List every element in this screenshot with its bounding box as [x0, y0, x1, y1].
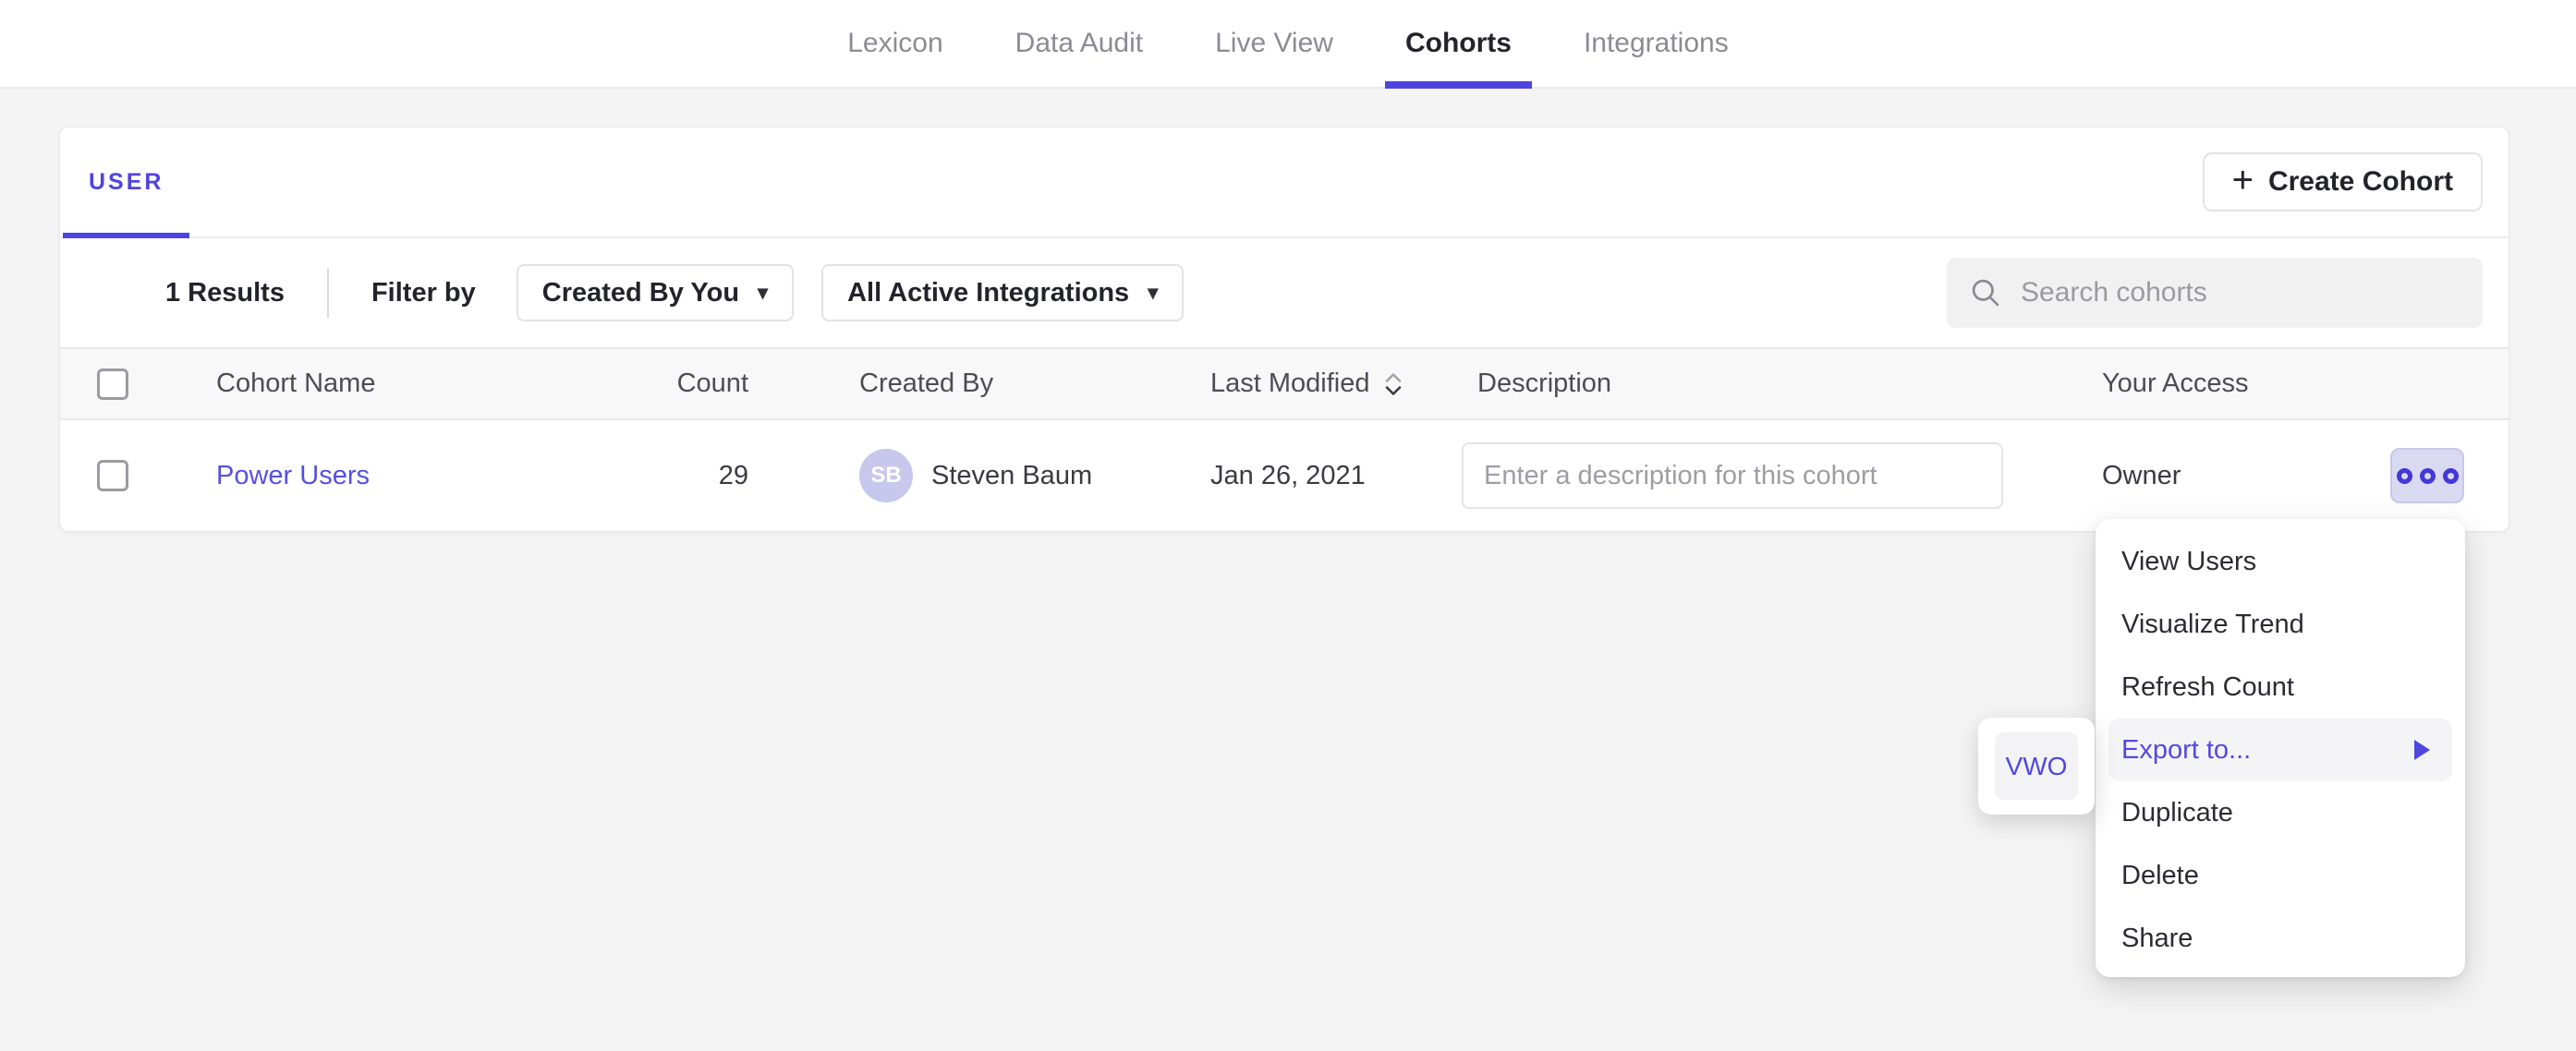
created-by-cell: SB Steven Baum	[748, 449, 1169, 502]
column-header-label: Last Modified	[1210, 368, 1370, 399]
panel-tabs-row: USER + Create Cohort	[60, 127, 2509, 238]
dropdown-value: Created By You	[542, 278, 739, 308]
table-header: Cohort Name Count Created By Last Modifi…	[60, 347, 2509, 420]
description-input[interactable]	[1462, 442, 2003, 509]
menu-item-visualize-trend[interactable]: Visualize Trend	[2096, 593, 2465, 656]
menu-item-label: Export to...	[2121, 735, 2251, 766]
cohorts-panel: USER + Create Cohort 1 Results Filter by…	[59, 127, 2509, 532]
column-header-count: Count	[610, 368, 748, 399]
integrations-filter-dropdown[interactable]: All Active Integrations ▾	[821, 264, 1184, 321]
search-icon	[1969, 276, 2002, 309]
avatar: SB	[859, 449, 913, 502]
cohort-name-cell: Power Users	[185, 461, 610, 491]
create-cohort-label: Create Cohort	[2268, 166, 2453, 198]
column-header-created-by: Created By	[748, 368, 1169, 399]
nav-tab-integrations[interactable]: Integrations	[1578, 0, 1734, 87]
row-select-cell	[97, 460, 185, 491]
table-row: Power Users 29 SB Steven Baum Jan 26, 20…	[60, 420, 2509, 531]
top-navigation: Lexicon Data Audit Live View Cohorts Int…	[0, 0, 2576, 89]
column-header-cohort-name: Cohort Name	[185, 368, 610, 399]
nav-tab-live-view[interactable]: Live View	[1209, 0, 1339, 87]
menu-item-view-users[interactable]: View Users	[2096, 530, 2465, 593]
nav-tab-label: Data Audit	[1015, 28, 1143, 59]
count-cell: 29	[610, 461, 748, 491]
caret-down-icon: ▾	[758, 281, 768, 305]
create-cohort-button[interactable]: + Create Cohort	[2203, 152, 2483, 211]
menu-item-delete[interactable]: Delete	[2096, 844, 2465, 907]
dropdown-value: All Active Integrations	[847, 278, 1129, 308]
select-all-checkbox[interactable]	[97, 368, 128, 400]
search-cohorts-box[interactable]	[1947, 258, 2483, 328]
menu-item-duplicate[interactable]: Duplicate	[2096, 781, 2465, 844]
more-options-button[interactable]	[2390, 448, 2464, 503]
plus-icon: +	[2232, 162, 2254, 199]
active-tab-underline	[1385, 81, 1532, 89]
search-input[interactable]	[2021, 277, 2461, 308]
created-by-name: Steven Baum	[931, 461, 1092, 491]
filter-row: 1 Results Filter by Created By You ▾ All…	[60, 238, 2509, 347]
tab-user-underline	[63, 233, 189, 238]
vertical-divider	[327, 268, 329, 318]
nav-tab-data-audit[interactable]: Data Audit	[1010, 0, 1148, 87]
description-cell	[1437, 442, 2000, 509]
menu-item-share[interactable]: Share	[2096, 907, 2465, 970]
submenu-arrow-icon	[2414, 740, 2430, 760]
nav-tab-label: Lexicon	[847, 28, 942, 59]
row-context-menu: View Users Visualize Trend Refresh Count…	[2096, 519, 2465, 977]
column-header-your-access: Your Access	[2000, 368, 2344, 399]
results-count: 1 Results	[165, 278, 285, 308]
filter-by-label: Filter by	[371, 278, 476, 308]
menu-item-export-to[interactable]: Export to...	[2108, 719, 2452, 781]
nav-tab-cohorts[interactable]: Cohorts	[1400, 0, 1517, 87]
nav-tab-lexicon[interactable]: Lexicon	[842, 0, 948, 87]
actions-cell	[2344, 448, 2464, 503]
export-submenu: VWO	[1978, 718, 2095, 815]
column-header-last-modified[interactable]: Last Modified	[1169, 368, 1437, 399]
nav-tab-label: Cohorts	[1405, 28, 1512, 59]
submenu-item-vwo[interactable]: VWO	[1995, 732, 2078, 800]
menu-item-refresh-count[interactable]: Refresh Count	[2096, 656, 2465, 719]
column-header-description: Description	[1437, 368, 2000, 399]
tab-user[interactable]: USER	[63, 127, 189, 236]
more-options-icon	[2443, 468, 2459, 484]
tab-user-label: USER	[89, 169, 164, 196]
nav-tab-label: Live View	[1215, 28, 1333, 59]
select-all-cell	[97, 368, 185, 400]
nav-tab-label: Integrations	[1584, 28, 1729, 59]
created-by-filter-dropdown[interactable]: Created By You ▾	[516, 264, 794, 321]
caret-down-icon: ▾	[1148, 281, 1158, 305]
your-access-cell: Owner	[2000, 461, 2344, 491]
more-options-icon	[2397, 468, 2412, 484]
cohort-name-link[interactable]: Power Users	[216, 461, 370, 490]
row-checkbox[interactable]	[97, 460, 128, 491]
last-modified-cell: Jan 26, 2021	[1169, 461, 1437, 491]
sort-icon	[1383, 370, 1403, 398]
more-options-icon	[2420, 468, 2436, 484]
